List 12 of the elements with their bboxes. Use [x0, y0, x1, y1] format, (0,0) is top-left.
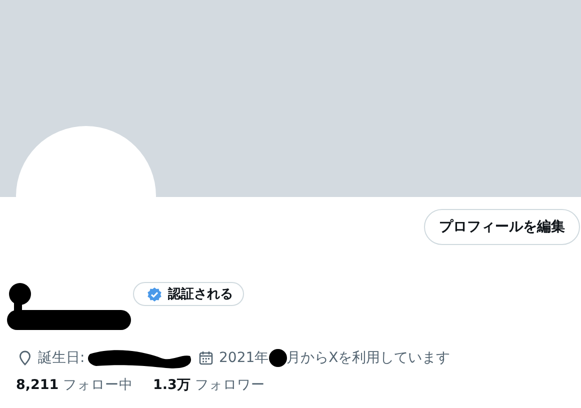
joined-date-text: 月からXを利用しています: [286, 349, 450, 367]
verified-badge[interactable]: 認証される: [133, 282, 244, 306]
stat-link[interactable]: 8,211 フォロー中: [16, 376, 133, 394]
location-pin-icon: [17, 350, 33, 366]
birthday-text: 誕生日:: [38, 349, 86, 367]
redaction-dot: [268, 349, 287, 367]
edit-profile-button[interactable]: プロフィールを編集: [424, 209, 580, 245]
joined-date-text: 2021年: [219, 349, 269, 367]
verified-icon: [147, 286, 162, 302]
stat-link[interactable]: 1.3万 フォロワー: [153, 376, 266, 394]
calendar-icon: [198, 350, 214, 366]
verified-label: 認証される: [168, 286, 233, 303]
